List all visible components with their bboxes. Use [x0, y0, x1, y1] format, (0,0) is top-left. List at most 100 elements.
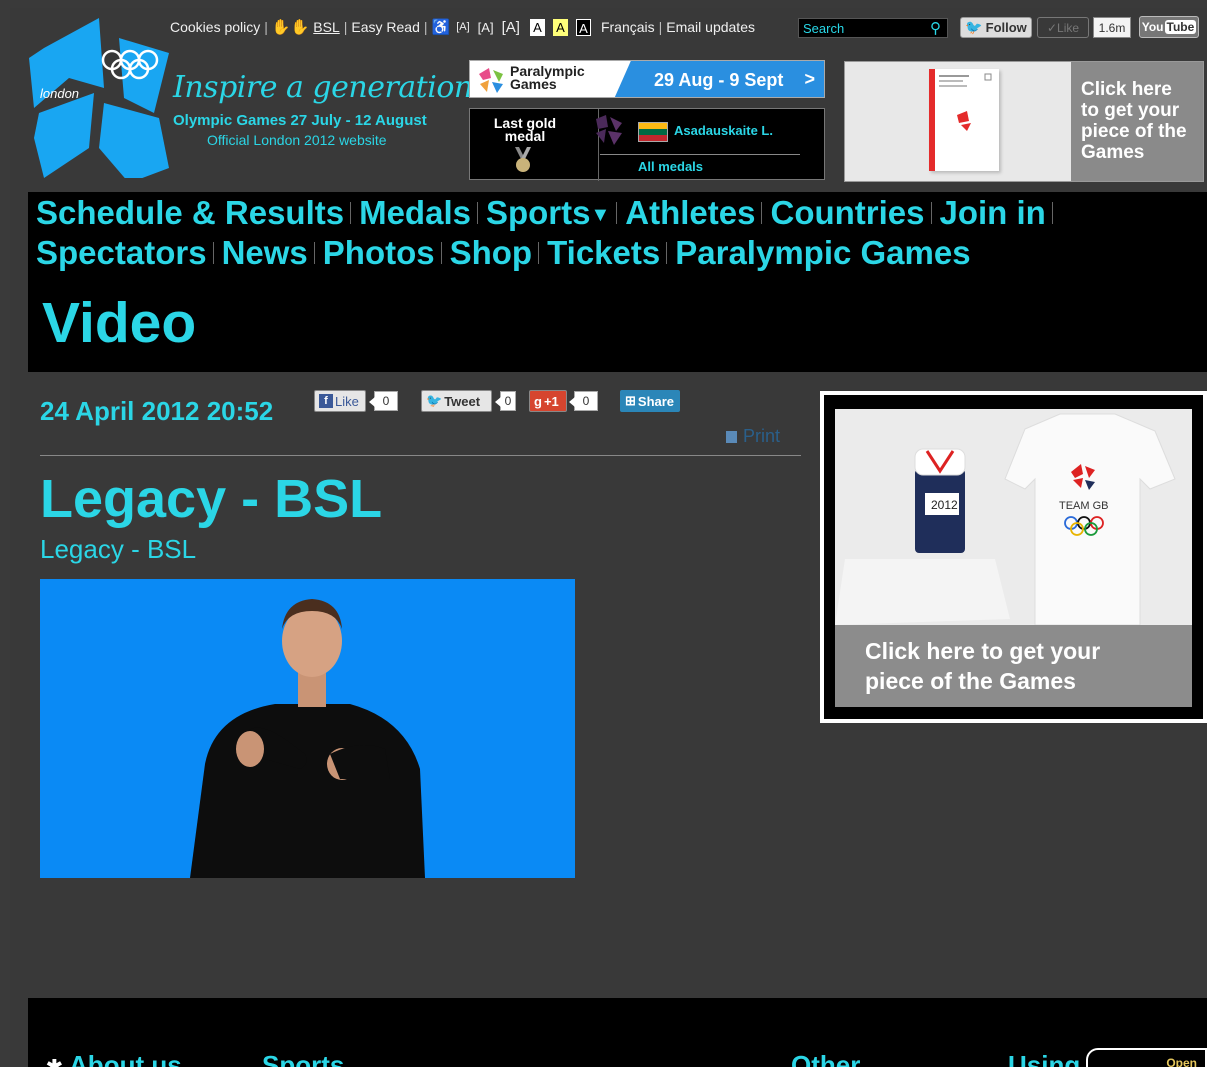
tweet-button[interactable]: 🐦 Tweet [421, 390, 492, 412]
francais-link[interactable]: Français [601, 19, 655, 35]
nav-separator [666, 242, 668, 264]
bsl-hands-icon: ✋✋ [271, 19, 310, 36]
share-label: Share [637, 393, 675, 409]
contrast-dark[interactable]: A [575, 18, 591, 36]
nav-paralympic-games[interactable]: Paralympic Games [675, 234, 976, 272]
video-player[interactable] [40, 579, 575, 878]
nav-separator [212, 242, 214, 264]
nav-schedule-results[interactable]: Schedule & Results [36, 194, 350, 232]
nav-spectators[interactable]: Spectators [36, 234, 213, 272]
contrast-yellow[interactable]: A [552, 18, 568, 36]
cookies-link[interactable]: Cookies policy [170, 19, 260, 35]
nav-medals[interactable]: Medals [359, 194, 477, 232]
main-navigation: Schedule & Results Medals Sports▼ Athlet… [28, 192, 1207, 372]
share-plus-icon: ⊞ [625, 393, 636, 408]
london-2012-logo[interactable]: london [24, 18, 174, 183]
gplus-count: 0 [569, 391, 598, 411]
twitter-bird-icon: 🐦 [426, 393, 443, 408]
article-date: 24 April 2012 20:52 [40, 396, 274, 426]
footer-about-label: About us [69, 1050, 182, 1067]
nav-separator [930, 202, 932, 224]
separator: | [423, 19, 428, 35]
nav-row-2: Spectators News Photos Shop Tickets Para… [36, 232, 977, 274]
search-input[interactable] [798, 18, 948, 38]
footer-logo-icon: ✱ [46, 1057, 63, 1067]
section-title: Video [42, 291, 197, 355]
article-subtitle: Legacy - BSL [40, 534, 197, 564]
paralympic-logo-icon [479, 68, 503, 93]
programme-ad[interactable]: Click here to get your piece of the Game… [844, 61, 1204, 182]
utility-bar: Cookies policy | ✋✋ BSL | Easy Read | ♿ … [170, 16, 755, 38]
separator: | [658, 19, 663, 35]
easy-read-link[interactable]: Easy Read [351, 19, 419, 35]
olympic-dates: Olympic Games 27 July - 12 August [173, 112, 427, 129]
email-updates-link[interactable]: Email updates [666, 19, 755, 35]
follow-label: Follow [985, 20, 1027, 35]
caret-down-icon: ▼ [590, 203, 611, 226]
facebook-like-share-button[interactable]: f Like [314, 390, 366, 412]
nav-separator [476, 202, 478, 224]
fb-like-label: Like [335, 393, 359, 409]
nav-separator [761, 202, 763, 224]
olympic-emblem-icon [596, 115, 622, 145]
nav-countries[interactable]: Countries [770, 194, 930, 232]
like-label: Like [1057, 20, 1080, 35]
merchandise-ad[interactable]: 2012 TEAM GB Click here to get your piec… [820, 391, 1207, 723]
nav-join-in[interactable]: Join in [940, 194, 1052, 232]
separator: | [343, 19, 348, 35]
nav-separator [440, 242, 442, 264]
nav-separator [350, 202, 352, 224]
gplus-label: +1 [543, 393, 559, 409]
last-gold-medal-widget[interactable]: Last gold medal Asadauskaite L. All meda… [469, 108, 825, 181]
last-gold-label: Last gold medal [493, 115, 557, 144]
medal-rule [600, 154, 800, 155]
nav-tickets[interactable]: Tickets [547, 234, 666, 272]
twitter-bird-icon: 🐦 [965, 19, 983, 35]
page: Cookies policy | ✋✋ BSL | Easy Read | ♿ … [10, 8, 1207, 1067]
youtube-tube: Tube [1164, 20, 1197, 34]
article-title: Legacy - BSL [40, 469, 383, 529]
search-icon[interactable]: ⚲ [930, 19, 948, 37]
nav-shop[interactable]: Shop [450, 234, 538, 272]
text-size-medium[interactable]: [A] [476, 20, 496, 35]
footer: ✱ About us Sports Other Using [28, 998, 1207, 1067]
svg-text:2012: 2012 [931, 498, 958, 512]
youtube-you: You [1141, 20, 1164, 34]
contrast-default[interactable]: A [529, 18, 545, 36]
footer-other[interactable]: Other [791, 1050, 860, 1067]
nav-news[interactable]: News [222, 234, 314, 272]
footer-sports[interactable]: Sports [262, 1050, 344, 1067]
nav-photos[interactable]: Photos [323, 234, 441, 272]
chevron-right-icon: > [804, 69, 815, 89]
nav-sports[interactable]: Sports▼ [486, 194, 616, 232]
paralympic-dates: 29 Aug - 9 Sept [654, 70, 784, 90]
bsl-link[interactable]: BSL [313, 19, 339, 35]
check-icon: ✓ [1046, 20, 1058, 35]
fb-like-count: 0 [369, 391, 398, 411]
tagline: Inspire a generation [173, 70, 473, 105]
text-size-large[interactable]: [A] [500, 19, 522, 36]
all-medals-link[interactable]: All medals [638, 159, 703, 174]
nav-athletes[interactable]: Athletes [625, 194, 761, 232]
text-size-small[interactable]: [A] [454, 21, 471, 33]
footer-about-us[interactable]: ✱ About us [46, 1050, 182, 1067]
svg-text:TEAM GB: TEAM GB [1059, 500, 1109, 512]
athlete-name[interactable]: Asadauskaite L. [674, 123, 773, 138]
article-divider [40, 455, 801, 456]
printer-icon [726, 430, 737, 443]
share-button[interactable]: ⊞ Share [620, 390, 680, 412]
google-plus-icon: g [534, 393, 542, 409]
google-plus-button[interactable]: g +1 [529, 390, 567, 412]
nav-row-1: Schedule & Results Medals Sports▼ Athlet… [36, 192, 1061, 234]
tweet-count: 0 [495, 391, 516, 411]
open-tab-button[interactable]: Open [1086, 1048, 1207, 1067]
paralympic-games-banner[interactable]: Paralympic Games 29 Aug - 9 Sept > [469, 60, 825, 98]
facebook-like-button[interactable]: ✓ Like [1037, 17, 1089, 38]
paralympic-title: Paralympic Games [510, 63, 585, 92]
programme-ad-text: Click here to get your piece of the Game… [1071, 62, 1203, 181]
print-link[interactable]: Print [726, 426, 780, 447]
footer-using[interactable]: Using [1008, 1050, 1080, 1067]
nav-separator [313, 242, 315, 264]
twitter-follow-button[interactable]: 🐦 Follow [960, 17, 1032, 38]
youtube-button[interactable]: You Tube [1139, 16, 1199, 38]
